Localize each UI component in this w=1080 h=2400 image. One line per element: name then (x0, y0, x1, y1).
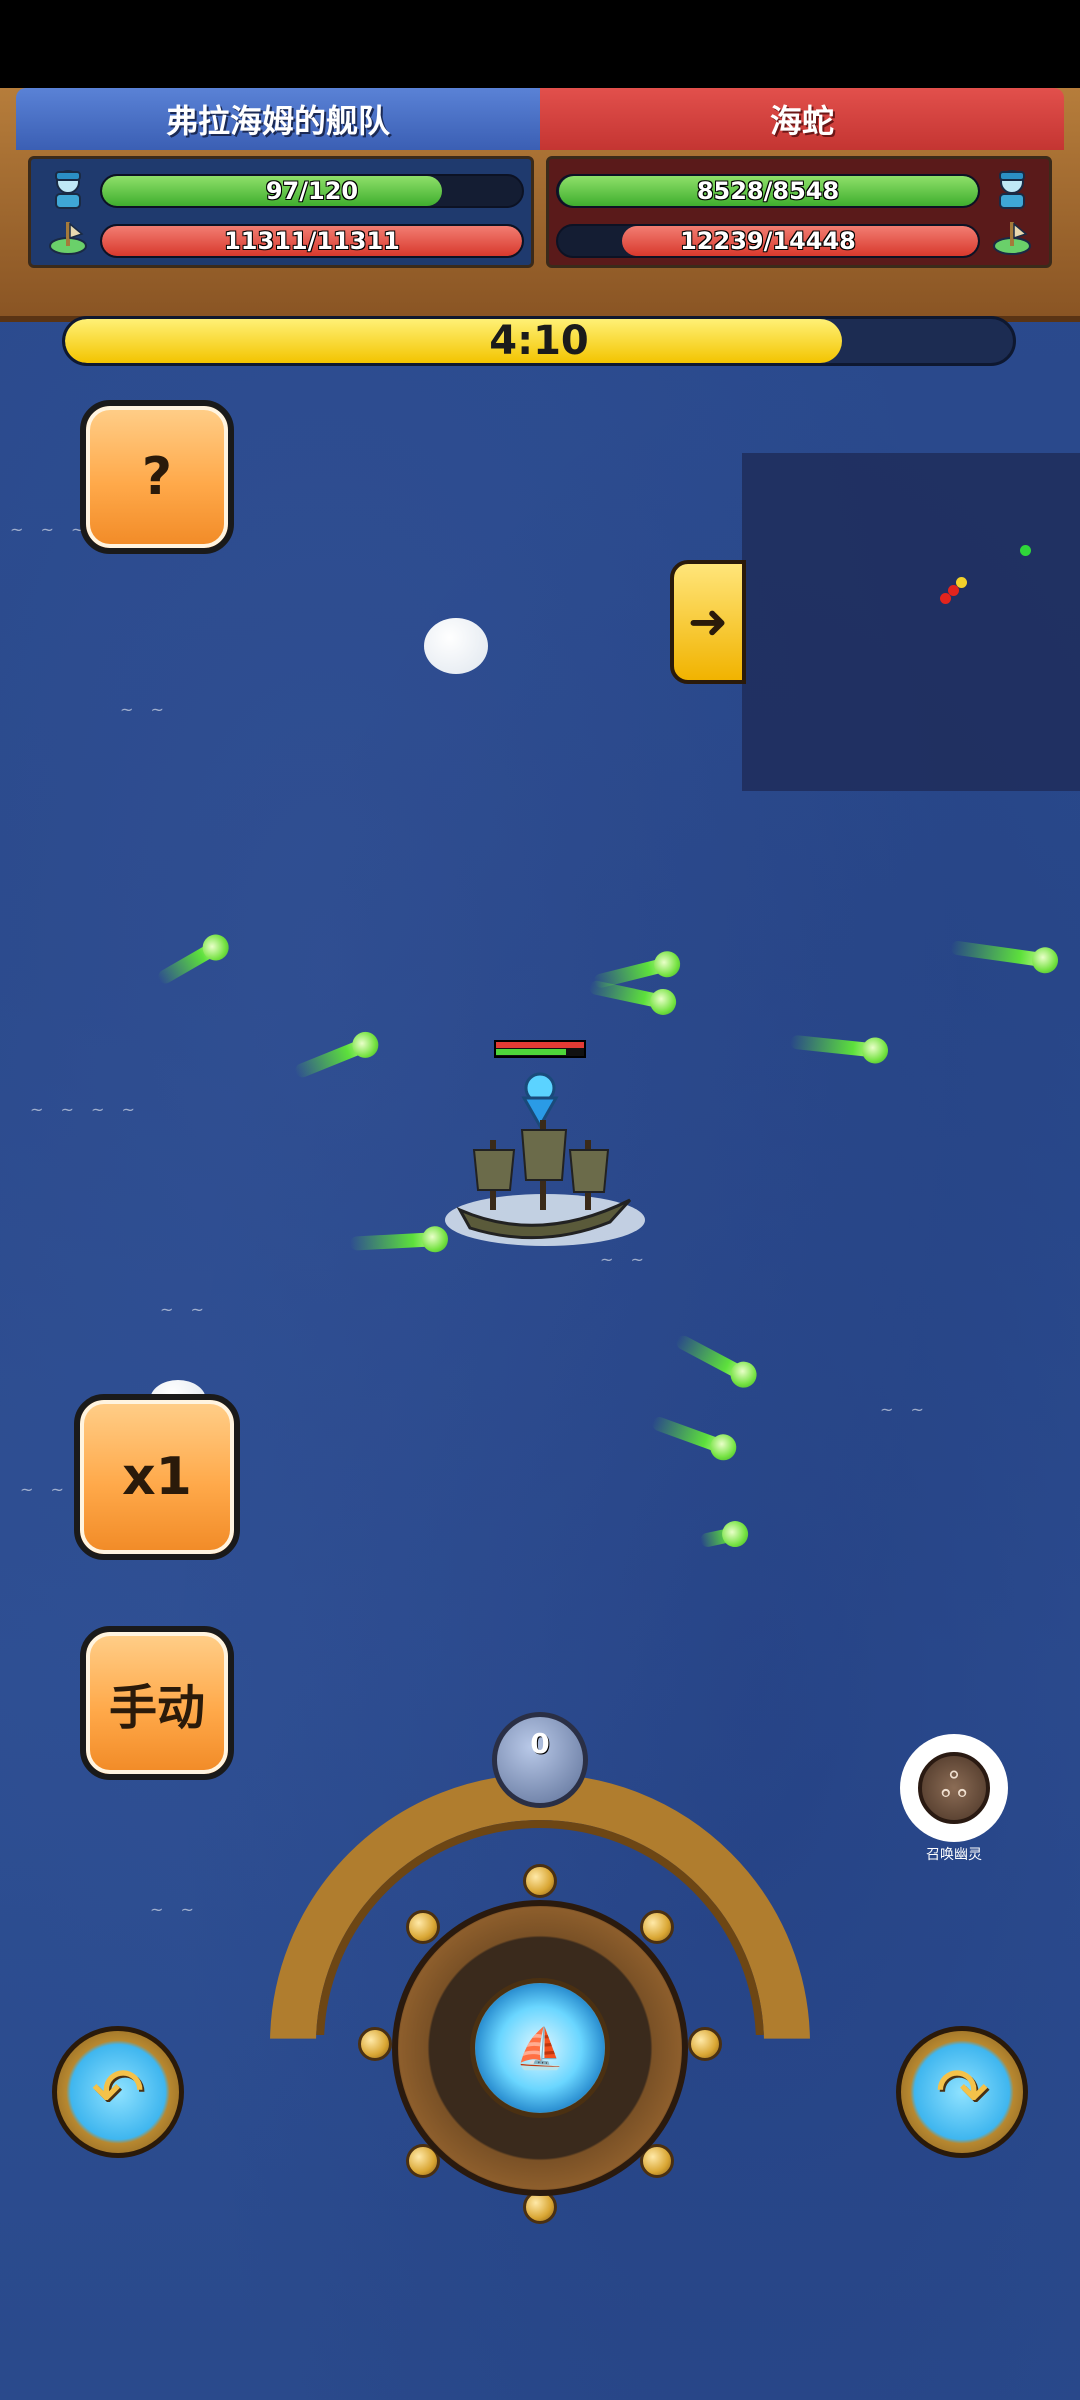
green-projectile (674, 1333, 752, 1384)
green-projectile (588, 979, 670, 1010)
left-team-name: 弗拉海姆的舰队 (16, 88, 540, 150)
wave-decoration: ~ ~ ~ ~ (30, 1100, 141, 1119)
sailor-icon (999, 170, 1025, 209)
wheel-handle (358, 2027, 392, 2061)
status-bar (0, 0, 1080, 88)
turn-right-button[interactable]: ↷ (896, 2026, 1028, 2158)
gauge-value: 0 (530, 1727, 550, 1760)
ship-health-bar (494, 1040, 586, 1058)
wheel-handle (406, 1910, 440, 1944)
right-team-name: 海蛇 (540, 88, 1064, 150)
enemy-marker (1020, 545, 1031, 556)
wave-decoration: ~ ~ (880, 1400, 930, 1419)
left-crew-bar: 97/120 (100, 174, 524, 208)
cloud (424, 618, 488, 674)
speed-button[interactable]: x1 (74, 1394, 240, 1560)
arrow-right-icon: ➜ (687, 594, 729, 650)
left-hull-bar: 11311/11311 (100, 224, 524, 258)
battle-timer: 4:10 (62, 316, 1016, 366)
speed-gauge: 0 (492, 1712, 588, 1808)
ship-hull-icon (993, 222, 1031, 255)
minimap[interactable] (742, 453, 1080, 791)
green-projectile (155, 938, 224, 987)
summon-ghost-button[interactable]: ஃ (900, 1734, 1008, 1842)
right-hull-text: 12239/14448 (680, 227, 856, 255)
minimap-toggle-button[interactable]: ➜ (670, 560, 746, 684)
green-projectile (293, 1036, 373, 1080)
ship-hull-fill (496, 1042, 584, 1048)
turn-right-arrow-icon: ↷ (935, 2055, 989, 2129)
wave-decoration: ~ ~ ~ (10, 520, 91, 539)
wheel-handle (640, 1910, 674, 1944)
right-crew-text: 8528/8548 (696, 177, 840, 205)
right-hull-bar: 12239/14448 (556, 224, 980, 258)
wave-decoration: ~ ~ (120, 700, 170, 719)
compass-ship-icon: ⛵ (515, 2025, 565, 2072)
wave-decoration: ~ ~ (150, 1900, 200, 1919)
timer-text: 4:10 (489, 318, 589, 364)
turn-left-button[interactable]: ↶ (52, 2026, 184, 2158)
summon-ghost-label: 召唤幽灵 (926, 1847, 982, 1863)
left-crew-text: 97/120 (265, 177, 359, 205)
ghost-icon: ஃ (918, 1752, 990, 1824)
wave-decoration: ~ ~ (160, 1300, 210, 1319)
ship-crew-fill (496, 1049, 567, 1055)
left-hull-text: 11311/11311 (224, 227, 400, 255)
green-projectile (699, 1526, 742, 1549)
green-projectile (349, 1232, 441, 1251)
green-projectile (650, 1415, 731, 1456)
right-crew-bar: 8528/8548 (556, 174, 980, 208)
game-screen[interactable]: ~ ~ ~ ~ ~ ~ ~ ~ ~ ~ ~ ~ ~ ~ ~ ~ ~ ~ ~ ~ … (0, 0, 1080, 2400)
wheel-handle (688, 2027, 722, 2061)
sailor-icon (55, 170, 81, 209)
enemy-marker (940, 593, 951, 604)
compass-hub[interactable]: ⛵ (470, 1978, 610, 2118)
manual-mode-button[interactable]: 手动 (80, 1626, 234, 1780)
ship-hull-icon (49, 222, 87, 255)
green-projectile (949, 940, 1051, 968)
turn-left-arrow-icon: ↶ (91, 2055, 145, 2129)
wheel-handle (523, 1864, 557, 1898)
player-ship[interactable] (440, 1110, 650, 1260)
help-button[interactable]: ? (80, 400, 234, 554)
green-projectile (789, 1034, 881, 1058)
